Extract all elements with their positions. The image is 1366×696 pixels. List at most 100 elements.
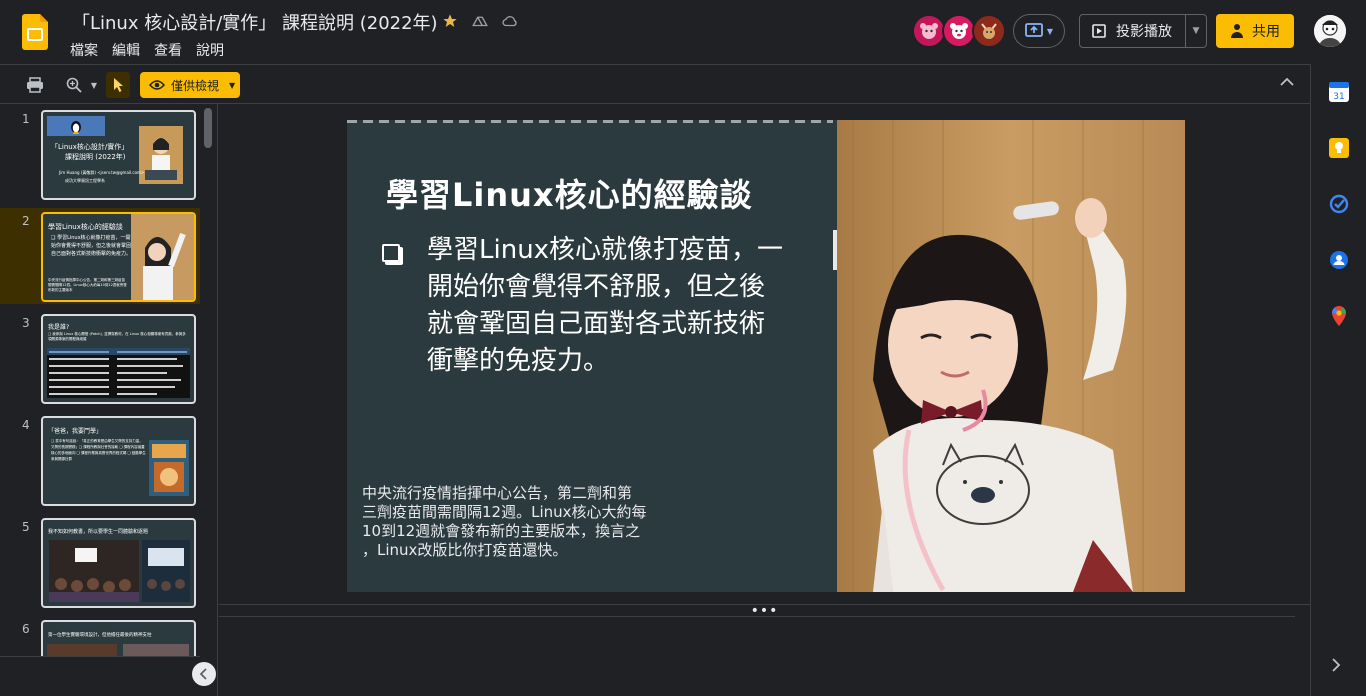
thumb-photo xyxy=(131,214,194,300)
slide-preview: 我是誰? ❑ 我參與 Linux 核心開發 (Patch), 並撰寫教材，在 L… xyxy=(41,314,196,404)
slide-filmstrip: 1 「Linux核心設計/實作」 課程說明 (2022年) Jim Huang … xyxy=(0,104,218,696)
current-slide: 學習Linux核心的經驗談 學習Linux核心就像打疫苗，一 開始你會覺得不舒服… xyxy=(347,120,1185,592)
slide-number: 6 xyxy=(22,622,30,636)
footnote-line: 三劑疫苗間需間隔12週。Linux核心大約每 xyxy=(362,503,647,521)
bullet-line: 開始你會覺得不舒服，但之後 xyxy=(427,272,766,302)
thumb-text: ❑ 學習Linux核心就像打疫苗，一開始你會覺得不舒服，但之後就會鞏固自己面對各… xyxy=(51,235,132,257)
thumb-text: ❑ 我參與 Linux 核心開發 (Patch), 並撰寫教材，在 Linux … xyxy=(48,332,186,341)
menu-file[interactable]: 檔案 xyxy=(70,40,98,60)
contacts-icon[interactable] xyxy=(1329,250,1349,270)
google-slides-icon[interactable] xyxy=(22,14,48,50)
present-to-meeting-button[interactable]: ▼ xyxy=(1013,14,1065,48)
slide-preview: 學習Linux核心的經驗談 ❑ 學習Linux核心就像打疫苗，一開始你會覺得不舒… xyxy=(41,212,196,302)
slide-preview: 我不知如何教書，所以要學生一同體驗和逐題 xyxy=(41,518,196,608)
thumb-text: 成功大學資訊工程學系 xyxy=(65,178,105,183)
slideshow-icon xyxy=(1092,24,1106,38)
slide-thumbnail-1[interactable]: 1 「Linux核心設計/實作」 課程說明 (2022年) Jim Huang … xyxy=(0,106,200,202)
checkbox-bullet-icon xyxy=(382,244,400,262)
slide-thumbnail-2[interactable]: 2 學習Linux核心的經驗談 ❑ 學習Linux核心就像打疫苗，一開始你會覺得… xyxy=(0,208,200,304)
zoom-icon[interactable] xyxy=(64,72,84,98)
slide-number: 5 xyxy=(22,520,30,534)
speaker-notes-panel[interactable] xyxy=(219,616,1295,696)
slide-top-border xyxy=(347,120,833,123)
collapse-filmstrip-button[interactable] xyxy=(192,662,216,686)
menu-help[interactable]: 說明 xyxy=(196,40,224,60)
share-label: 共用 xyxy=(1252,24,1280,40)
slideshow-label: 投影播放 xyxy=(1116,24,1172,40)
slide-thumbnail-4[interactable]: 4 「爸爸，我要鬥學」 ❑ 書中有句話說：「真正的教育是由學生又興的支持力量，又… xyxy=(0,412,200,508)
zoom-dropdown-caret[interactable]: ▼ xyxy=(88,72,100,98)
view-only-label: 僅供檢視 xyxy=(171,78,220,93)
chevron-up-icon[interactable] xyxy=(1280,72,1294,91)
share-button[interactable]: 共用 xyxy=(1216,14,1294,48)
slideshow-button[interactable]: 投影播放 xyxy=(1080,15,1186,47)
chevron-down-icon: ▼ xyxy=(229,80,236,90)
slide-number: 2 xyxy=(22,214,30,228)
thumb-photo xyxy=(139,126,183,184)
slide-footnote: 中央流行疫情指揮中心公告，第二劑和第 三劑疫苗間需間隔12週。Linux核心大約… xyxy=(362,484,692,560)
move-to-drive-icon[interactable] xyxy=(470,11,490,31)
thumb-text: 我是誰? xyxy=(48,324,70,331)
slide-title: 學習Linux核心的經驗談 xyxy=(386,176,753,214)
menu-bar: 檔案 編輯 查看 說明 xyxy=(70,40,224,60)
collaborator-avatar[interactable] xyxy=(942,14,976,48)
slide-preview: 「爸爸，我要鬥學」 ❑ 書中有句話說：「真正的教育是由學生又興的支持力量，又興的… xyxy=(41,416,196,506)
chevron-right-icon[interactable] xyxy=(1331,658,1341,676)
lock-person-icon xyxy=(1231,24,1243,38)
thumb-text: 「Linux核心設計/實作」 xyxy=(51,143,129,151)
collaborator-avatars xyxy=(912,14,1006,48)
thumb-photo xyxy=(49,540,139,602)
menu-edit[interactable]: 編輯 xyxy=(112,40,140,60)
tasks-icon[interactable] xyxy=(1329,194,1349,214)
slide-thumbnail-5[interactable]: 5 我不知如何教書，所以要學生一同體驗和逐題 xyxy=(0,514,200,610)
document-title[interactable]: 「Linux 核心設計/實作」 課程說明 (2022年) xyxy=(72,9,438,35)
footnote-line: 10到12週就會發布新的主要版本，換言之 xyxy=(362,522,641,540)
view-only-mode-button[interactable]: 僅供檢視 ▼ xyxy=(140,72,240,98)
slideshow-button-group: 投影播放 ▼ xyxy=(1079,14,1207,48)
slide-bullet: 學習Linux核心就像打疫苗，一 開始你會覺得不舒服，但之後 就會鞏固自己面對各… xyxy=(427,232,807,380)
calendar-icon[interactable]: 31 xyxy=(1329,82,1349,102)
bullet-line: 衝擊的免疫力。 xyxy=(427,346,610,376)
chevron-left-icon xyxy=(199,668,207,680)
filmstrip-scrollbar[interactable] xyxy=(204,108,212,148)
collaborator-avatar[interactable] xyxy=(972,14,1006,48)
thumb-photo xyxy=(142,540,190,602)
thumb-text: 我不知如何教書，所以要學生一同體驗和逐題 xyxy=(48,529,149,535)
notes-resize-handle[interactable]: ••• xyxy=(219,604,1310,618)
filmstrip-footer xyxy=(0,656,200,696)
menu-view[interactable]: 查看 xyxy=(154,40,182,60)
slide-number: 3 xyxy=(22,316,30,330)
collaborator-avatar[interactable] xyxy=(912,14,946,48)
thumb-text: 第一位學生實驗環境設計，但他擔任最後的精神支柱 xyxy=(48,633,152,638)
slide-thumbnail-3[interactable]: 3 我是誰? ❑ 我參與 Linux 核心開發 (Patch), 並撰寫教材，在… xyxy=(0,310,200,406)
svg-text:31: 31 xyxy=(1333,92,1344,102)
chevron-down-icon: ▼ xyxy=(1046,26,1054,36)
bullet-line: 就會鞏固自己面對各式新技術 xyxy=(427,309,766,339)
footnote-line: 中央流行疫情指揮中心公告，第二劑和第 xyxy=(362,484,633,502)
slide-number: 4 xyxy=(22,418,30,432)
slide-preview: 「Linux核心設計/實作」 課程說明 (2022年) Jim Huang (黃… xyxy=(41,110,196,200)
select-tool-icon[interactable] xyxy=(106,72,130,98)
bullet-line: 學習Linux核心就像打疫苗，一 xyxy=(427,235,784,265)
star-icon[interactable] xyxy=(440,11,460,31)
title-bar: 「Linux 核心設計/實作」 課程說明 (2022年) 檔案 編輯 查看 說明… xyxy=(0,0,1366,64)
thumb-text: 中央流行疫情指揮中心公告，第二劑和第三劑疫苗間需間隔12週。Linux核心大約每… xyxy=(48,278,127,292)
thumb-book-cover xyxy=(149,440,189,496)
toolbar: ▼ 僅供檢視 ▼ xyxy=(0,64,1310,104)
thumb-text: Jim Huang (黃敬群) <jserv.tw@gmail.com> xyxy=(59,170,145,175)
print-icon[interactable] xyxy=(24,72,46,98)
footnote-line: ，Linux改版比你打疫苗還快。 xyxy=(362,541,568,559)
slide-canvas: 學習Linux核心的經驗談 學習Linux核心就像打疫苗，一 開始你會覺得不舒服… xyxy=(219,104,1310,606)
cloud-status-icon[interactable] xyxy=(500,11,520,31)
slideshow-options-dropdown[interactable]: ▼ xyxy=(1186,26,1206,36)
account-avatar[interactable] xyxy=(1314,15,1346,47)
side-panel: 31 xyxy=(1310,64,1366,696)
present-screen-icon xyxy=(1025,23,1043,37)
eye-icon xyxy=(149,80,165,90)
thumb-text: ❑ 書中有句話說：「真正的教育是由學生又興的支持力量，又興的長期實務」❑ 課程所… xyxy=(51,439,146,461)
keep-icon[interactable] xyxy=(1329,138,1349,158)
tux-logo-area xyxy=(47,116,105,136)
slide-photo xyxy=(833,120,1185,592)
maps-icon[interactable] xyxy=(1329,306,1349,326)
thumb-text: 學習Linux核心的經驗談 xyxy=(48,223,123,231)
